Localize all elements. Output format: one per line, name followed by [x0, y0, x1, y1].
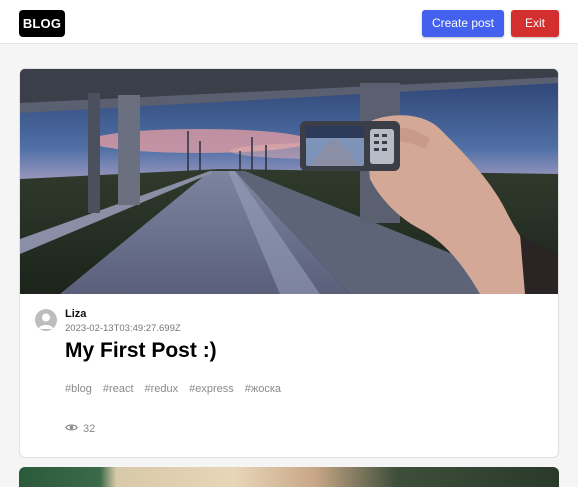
post-title[interactable]: My First Post :)	[65, 339, 217, 363]
eye-icon	[65, 423, 78, 435]
author-name: Liza	[65, 308, 87, 320]
tag-link[interactable]: #blog	[65, 383, 92, 395]
create-post-button[interactable]: Create post	[422, 10, 504, 37]
author-avatar	[35, 309, 57, 331]
post-card[interactable]: Liza 2023-02-13T03:49:27.699Z My First P…	[19, 68, 559, 458]
post-date: 2023-02-13T03:49:27.699Z	[65, 323, 181, 334]
views-count: 32	[83, 423, 96, 435]
exit-button[interactable]: Exit	[511, 10, 559, 37]
tag-link[interactable]: #redux	[145, 383, 179, 395]
tag-list: #blog #react #redux #express #жоска	[65, 383, 281, 395]
top-header: BLOG Create post Exit	[0, 0, 578, 44]
tag-link[interactable]: #react	[103, 383, 134, 395]
blog-logo-button[interactable]: BLOG	[19, 10, 65, 37]
next-post-image[interactable]	[19, 467, 559, 487]
tag-link[interactable]: #жоска	[245, 383, 281, 395]
tag-link[interactable]: #express	[189, 383, 234, 395]
views-counter: 32	[65, 423, 95, 435]
post-image[interactable]	[20, 69, 559, 294]
